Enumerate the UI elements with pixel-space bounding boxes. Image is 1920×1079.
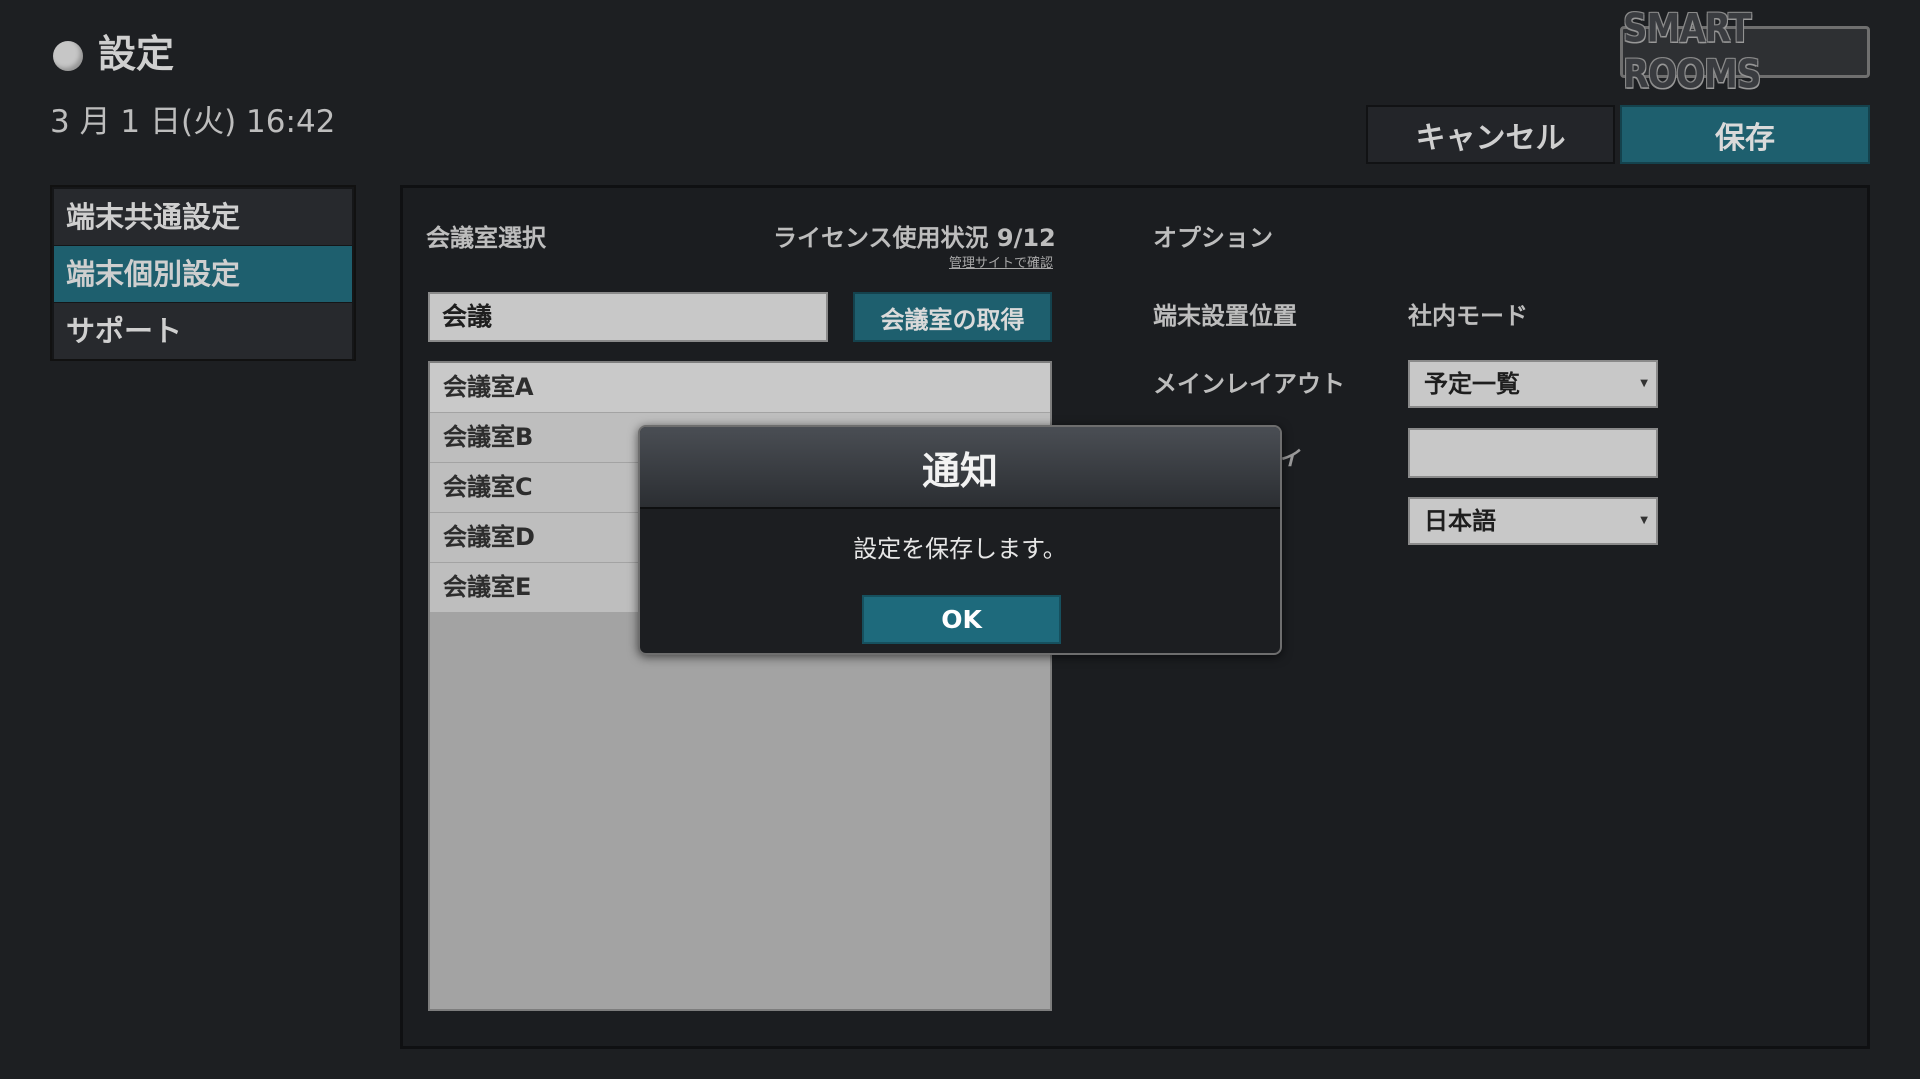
smart-rooms-logo: SMART ROOMS (1620, 6, 1870, 98)
layout-label: メインレイアウト (1153, 370, 1345, 398)
room-search-input[interactable]: 会議 (428, 292, 828, 342)
status-indicator-icon (53, 41, 83, 71)
location-label: 端末設置位置 (1153, 302, 1297, 330)
layout-select[interactable]: 予定一覧 ▼ (1408, 360, 1658, 408)
list-item[interactable]: 会議室A (430, 363, 1050, 412)
current-datetime: 3 月 1 日(火) 16:42 (50, 104, 336, 140)
page-title: 設定 (98, 32, 175, 76)
dialog-title: 通知 (640, 427, 1280, 509)
location-value: 社内モード (1408, 302, 1528, 330)
sidebar-item-common-settings[interactable]: 端末共通設定 (54, 189, 352, 245)
language-select[interactable]: 日本語 ▼ (1408, 497, 1658, 545)
save-button[interactable]: 保存 (1620, 105, 1870, 164)
room-selection-heading: 会議室選択 (426, 224, 546, 252)
logo-text: SMART ROOMS (1623, 6, 1761, 98)
layout-select-value: 予定一覧 (1424, 370, 1520, 398)
options-heading: オプション (1153, 224, 1273, 252)
language-select-value: 日本語 (1424, 507, 1496, 535)
fetch-rooms-button[interactable]: 会議室の取得 (853, 292, 1052, 342)
dropdown-arrow-icon: ▼ (1640, 515, 1648, 526)
dropdown-arrow-icon: ▼ (1640, 378, 1648, 389)
dialog-message: 設定を保存します。 (853, 535, 1067, 563)
license-status: ライセンス使用状況 9/12 (773, 224, 1056, 252)
admin-site-link[interactable]: 管理サイトで確認 (935, 252, 1053, 271)
ok-button[interactable]: OK (862, 595, 1061, 644)
sidebar-item-individual-settings[interactable]: 端末個別設定 (54, 246, 352, 302)
option-text-input[interactable] (1408, 428, 1658, 478)
settings-sidebar: 端末共通設定 端末個別設定 サポート (50, 185, 356, 361)
notification-dialog: 通知 設定を保存します。 OK (638, 425, 1282, 655)
cancel-button[interactable]: キャンセル (1366, 105, 1615, 164)
sidebar-item-support[interactable]: サポート (54, 303, 352, 359)
